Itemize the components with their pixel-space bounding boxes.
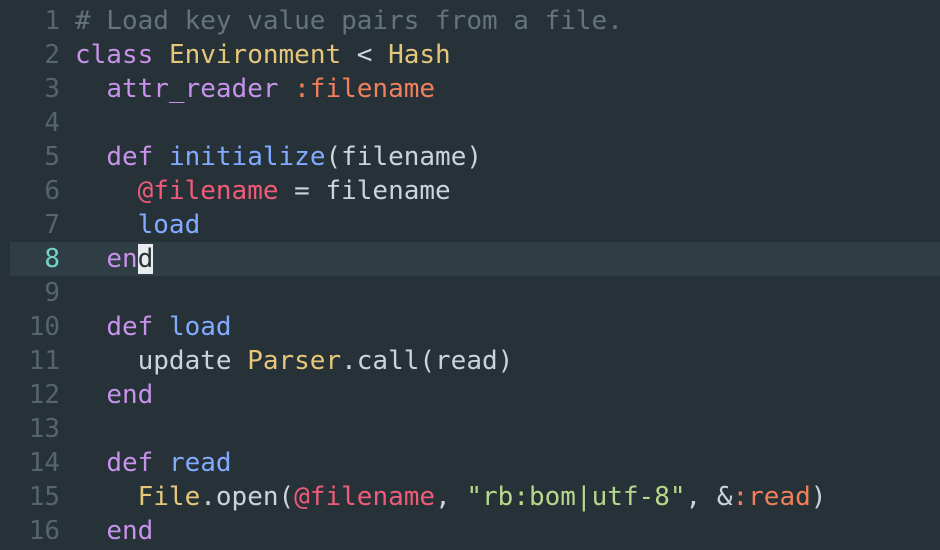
code-line-1[interactable]: 1 # Load key value pairs from a file. <box>0 4 940 38</box>
line-number: 13 <box>28 414 60 444</box>
code-token-class: File <box>137 482 201 512</box>
line-number: 4 <box>44 108 60 138</box>
code-token-class: Parser <box>247 346 342 376</box>
code-line-2[interactable]: 2 class Environment < Hash <box>0 38 940 72</box>
code-text[interactable]: def initialize(filename) <box>75 140 482 174</box>
code-token-comment: # Load key value pairs from a file. <box>75 6 623 36</box>
code-token-method: load <box>137 210 201 240</box>
text-cursor: d <box>137 244 154 274</box>
line-number: 9 <box>44 278 60 308</box>
line-number: 11 <box>28 346 60 376</box>
code-line-3[interactable]: 3 attr_reader :filename <box>0 72 940 106</box>
code-token-plain: , <box>435 482 467 512</box>
code-token-symbol: :read <box>732 482 811 512</box>
code-token-method: read <box>168 448 232 478</box>
code-line-8[interactable]: 8 end <box>10 242 940 276</box>
code-token-keyword: def <box>106 142 154 172</box>
code-line-14[interactable]: 14 def read <box>0 446 940 480</box>
code-token-keyword: end <box>106 516 154 546</box>
code-token-plain: , & <box>685 482 733 512</box>
code-token-plain: ) <box>810 482 827 512</box>
line-number: 12 <box>28 380 60 410</box>
code-token-plain: = filename <box>278 176 451 206</box>
code-line-10[interactable]: 10 def load <box>0 310 940 344</box>
code-token-plain: .open( <box>200 482 295 512</box>
code-text[interactable]: end <box>75 242 154 276</box>
code-line-6[interactable]: 6 @filename = filename <box>0 174 940 208</box>
code-token-keyword: attr_reader <box>106 74 279 104</box>
line-number: 2 <box>44 40 60 70</box>
code-line-13[interactable]: 13 <box>0 412 940 446</box>
code-editor[interactable]: 1 # Load key value pairs from a file. 2 cla… <box>0 0 940 550</box>
code-text[interactable]: end <box>75 514 153 548</box>
line-number: 5 <box>44 142 60 172</box>
line-number: 16 <box>28 516 60 546</box>
code-token-keyword: class <box>75 40 154 70</box>
code-line-7[interactable]: 7 load <box>0 208 940 242</box>
code-line-12[interactable]: 12 end <box>0 378 940 412</box>
line-number: 6 <box>44 176 60 206</box>
code-token-method: load <box>168 312 232 342</box>
code-line-15[interactable]: 15 File.open(@filename, "rb:bom|utf-8", … <box>0 480 940 514</box>
code-text[interactable]: def read <box>75 446 232 480</box>
code-line-9[interactable]: 9 <box>0 276 940 310</box>
code-token-symbol: :filename <box>294 74 436 104</box>
line-number: 8 <box>44 244 60 274</box>
code-line-11[interactable]: 11 update Parser.call(read) <box>0 344 940 378</box>
code-text[interactable]: load <box>75 208 201 242</box>
code-line-4[interactable]: 4 <box>0 106 940 140</box>
code-text[interactable]: def load <box>75 310 232 344</box>
code-token-keyword: def <box>106 312 154 342</box>
code-token-class: Hash <box>388 40 451 70</box>
code-line-16[interactable]: 16 end <box>0 514 940 548</box>
code-token-class: Environment <box>168 40 342 70</box>
code-text[interactable]: # Load key value pairs from a file. <box>75 4 623 38</box>
line-number: 10 <box>28 312 60 342</box>
code-text[interactable]: class Environment < Hash <box>75 38 451 72</box>
code-token-string: "rb:bom|utf-8" <box>466 482 686 512</box>
code-text[interactable]: attr_reader :filename <box>75 72 435 106</box>
code-token-plain: .call(read) <box>341 346 514 376</box>
line-number: 15 <box>28 482 60 512</box>
code-text[interactable]: @filename = filename <box>75 174 451 208</box>
code-line-5[interactable]: 5 def initialize(filename) <box>0 140 940 174</box>
code-token-plain: < <box>341 40 389 70</box>
line-number: 7 <box>44 210 60 240</box>
line-number: 3 <box>44 74 60 104</box>
code-token-method: initialize <box>168 142 326 172</box>
code-token-ivar: @filename <box>294 482 436 512</box>
code-token-plain: update <box>75 346 248 376</box>
code-text[interactable]: File.open(@filename, "rb:bom|utf-8", &:r… <box>75 480 827 514</box>
line-number: 14 <box>28 448 60 478</box>
code-token-plain: (filename) <box>325 142 483 172</box>
line-number: 1 <box>44 6 60 36</box>
code-text[interactable]: end <box>75 378 153 412</box>
code-token-keyword: def <box>106 448 154 478</box>
code-text[interactable]: update Parser.call(read) <box>75 344 514 378</box>
code-token-ivar: @filename <box>137 176 279 206</box>
code-token-keyword: end <box>106 380 154 410</box>
code-token-keyword: en <box>106 244 138 274</box>
